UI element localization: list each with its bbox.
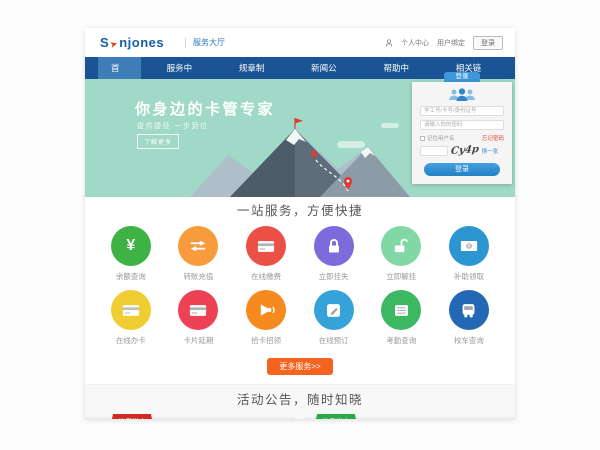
announcement-panel-right: 使用指南 更多>> (305, 417, 515, 419)
announcements-title: 活动公告，随时知晓 (85, 392, 515, 408)
mountains-illustration (190, 115, 410, 197)
service-tile-subsidy[interactable]: ¥ 补助领取 (435, 226, 503, 282)
remember-row: 记住用户名 忘记密码 (420, 134, 504, 142)
captcha-image: Cy4p (450, 144, 479, 157)
unlock-icon (393, 238, 410, 254)
portal-page: S➤njones 服务大厅 个人中心 用户绑定 登录 首页 服务中心 规章制度 … (85, 28, 515, 419)
megaphone-icon (258, 303, 275, 317)
service-tile-found-card[interactable]: 拾卡招领 (232, 290, 300, 346)
remember-checkbox[interactable] (420, 136, 425, 141)
password-input[interactable] (420, 120, 504, 130)
captcha-input[interactable] (420, 146, 448, 156)
service-tile-attendance[interactable]: 考勤查询 (368, 290, 436, 346)
service-tile-balance[interactable]: ¥ 余额查询 (97, 226, 165, 282)
logo-text-suffix: njones (119, 35, 164, 50)
header: S➤njones 服务大厅 个人中心 用户绑定 登录 (85, 28, 515, 57)
logo-text-prefix: S (100, 35, 109, 50)
service-tile-school-bus[interactable]: 校车查询 (435, 290, 503, 346)
banknote-icon: ¥ (460, 240, 478, 252)
announcements-section: 活动公告，随时知晓 使用指南 最新公告 更多>> 使用指南 更多>> (85, 384, 515, 419)
users-group-icon (447, 87, 477, 102)
announcement-panel-left: 使用指南 最新公告 更多>> (85, 417, 295, 419)
bus-icon (461, 303, 476, 318)
service-tile-apply-card[interactable]: 在线办卡 (97, 290, 165, 346)
account-link[interactable]: 个人中心 (401, 38, 429, 48)
service-tile-transfer[interactable]: 转账充值 (165, 226, 233, 282)
login-submit-button[interactable]: 登录 (424, 163, 500, 176)
nav-item-service-center[interactable]: 服务中心 (154, 57, 213, 79)
forgot-password-link[interactable]: 忘记密码 (482, 134, 504, 142)
svg-text:¥: ¥ (467, 244, 471, 250)
nav-item-news[interactable]: 新闻公告 (298, 57, 357, 79)
lock-icon (327, 238, 341, 254)
synjones-logo[interactable]: S➤njones (100, 35, 164, 50)
user-icon (385, 39, 393, 47)
service-tile-card-extension[interactable]: 卡片延期 (165, 290, 233, 346)
list-icon (394, 304, 409, 317)
username-input[interactable] (420, 106, 504, 116)
site-tagline: 服务大厅 (185, 38, 225, 48)
service-tile-pay[interactable]: 在线缴费 (232, 226, 300, 282)
hero-cta-button[interactable]: 了解更多 (137, 134, 179, 149)
yen-icon: ¥ (126, 238, 135, 254)
header-links: 个人中心 用户绑定 登录 (385, 36, 503, 50)
service-tile-booking[interactable]: 在线预订 (300, 290, 368, 346)
header-login-button[interactable]: 登录 (473, 36, 503, 50)
nav-item-home[interactable]: 首页 (98, 57, 141, 79)
guide-ribbon-red[interactable]: 使用指南 (109, 414, 155, 419)
nav-item-rules[interactable]: 规章制度 (226, 57, 285, 79)
services-section-title: 一站服务，方便快捷 (85, 203, 515, 219)
hero-headline: 你身边的卡管专家 (135, 98, 275, 119)
remember-label: 记住用户名 (427, 134, 455, 142)
bank-card-icon (189, 304, 207, 317)
guide-ribbon-green[interactable]: 使用指南 (313, 414, 359, 419)
more-services-button[interactable]: 更多服务>> (267, 358, 332, 375)
user-bind-link[interactable]: 用户绑定 (437, 38, 465, 48)
captcha-refresh-link[interactable]: 换一张 (482, 147, 499, 155)
bank-card-icon (122, 304, 140, 317)
transfer-arrows-icon (189, 239, 207, 253)
login-panel: 登录 记住用户名 忘记密码 Cy4p 换一张 (412, 72, 512, 184)
captcha-row: Cy4p 换一张 (420, 145, 504, 156)
service-tile-report-loss[interactable]: 立即挂失 (300, 226, 368, 282)
login-form: 记住用户名 忘记密码 Cy4p 换一张 登录 (412, 82, 512, 184)
login-tab[interactable]: 登录 (444, 72, 480, 82)
hero-subline: 提供捷径 一步到位 (137, 121, 208, 131)
service-tile-unfreeze[interactable]: 立即解挂 (368, 226, 436, 282)
bank-card-icon (257, 240, 275, 253)
services-grid: ¥ 余额查询 转账充值 在线缴费 (85, 219, 515, 354)
edit-icon (326, 303, 341, 318)
